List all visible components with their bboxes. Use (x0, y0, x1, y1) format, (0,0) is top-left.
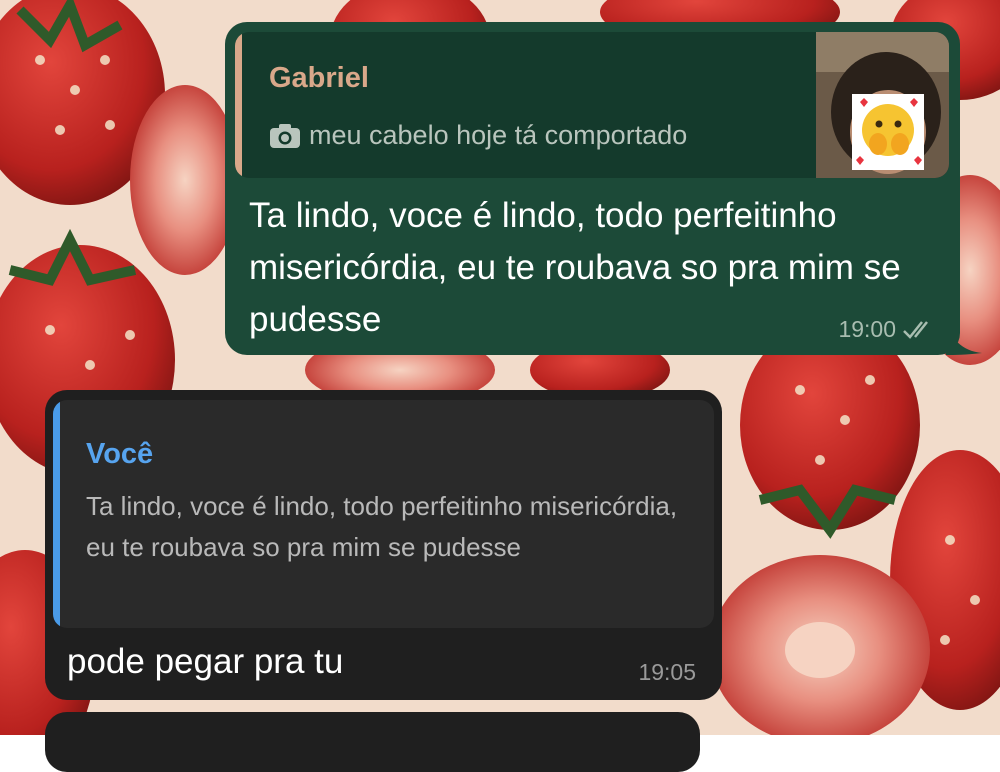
reply-quote[interactable]: Você Ta lindo, voce é lindo, todo perfei… (53, 400, 714, 628)
next-message-bubble[interactable] (45, 712, 700, 772)
message-meta: 19:00 (838, 316, 936, 343)
quote-author: Você (86, 438, 154, 470)
camera-icon (270, 123, 300, 148)
quote-text: Ta lindo, voce é lindo, todo perfeitinho… (86, 491, 678, 562)
quote-accent-bar (235, 32, 242, 178)
message-time: 19:05 (638, 659, 696, 685)
quote-accent-bar (53, 400, 60, 628)
bubble-tail (946, 319, 982, 355)
quote-caption-text: meu cabelo hoje tá comportado (309, 120, 688, 150)
outgoing-message-bubble[interactable]: Gabriel meu cabelo hoje tá comportado Ta… (225, 22, 982, 355)
quoted-photo-thumbnail[interactable] (816, 32, 949, 178)
quote-caption: meu cabelo hoje tá comportado (269, 120, 687, 151)
quote-author: Gabriel (269, 62, 369, 94)
message-time: 19:00 (838, 316, 896, 342)
reply-quote[interactable]: Gabriel meu cabelo hoje tá comportado (235, 32, 949, 178)
message-text: pode pegar pra tu (67, 642, 344, 681)
double-check-icon (903, 320, 928, 339)
incoming-message-bubble[interactable]: Você Ta lindo, voce é lindo, todo perfei… (45, 390, 722, 700)
